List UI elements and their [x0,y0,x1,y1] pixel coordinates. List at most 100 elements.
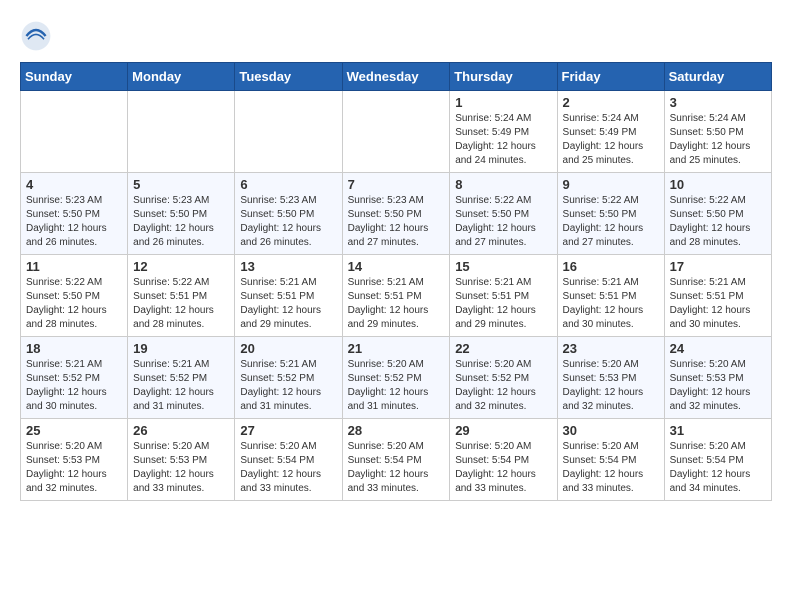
day-number: 18 [26,341,122,356]
day-info: Sunrise: 5:21 AM Sunset: 5:51 PM Dayligh… [563,276,659,332]
header-row: SundayMondayTuesdayWednesdayThursdayFrid… [21,63,772,91]
header-cell-sunday: Sunday [21,63,128,91]
day-info: Sunrise: 5:24 AM Sunset: 5:49 PM Dayligh… [455,112,551,168]
day-cell: 30 Sunrise: 5:20 AM Sunset: 5:54 PM Dayli… [557,419,664,501]
day-number: 29 [455,423,551,438]
day-number: 13 [240,259,336,274]
day-info: Sunrise: 5:20 AM Sunset: 5:53 PM Dayligh… [26,440,122,496]
day-number: 17 [670,259,766,274]
day-info: Sunrise: 5:20 AM Sunset: 5:54 PM Dayligh… [240,440,336,496]
day-number: 25 [26,423,122,438]
day-cell: 8 Sunrise: 5:22 AM Sunset: 5:50 PM Daylig… [450,173,557,255]
day-number: 26 [133,423,229,438]
header-cell-saturday: Saturday [664,63,771,91]
header-cell-thursday: Thursday [450,63,557,91]
week-row-1: 1 Sunrise: 5:24 AM Sunset: 5:49 PM Daylig… [21,91,772,173]
day-info: Sunrise: 5:20 AM Sunset: 5:52 PM Dayligh… [348,358,445,414]
day-cell [342,91,450,173]
day-info: Sunrise: 5:20 AM Sunset: 5:54 PM Dayligh… [563,440,659,496]
day-number: 28 [348,423,445,438]
day-cell [21,91,128,173]
day-cell: 10 Sunrise: 5:22 AM Sunset: 5:50 PM Dayli… [664,173,771,255]
day-cell: 24 Sunrise: 5:20 AM Sunset: 5:53 PM Dayli… [664,337,771,419]
day-info: Sunrise: 5:20 AM Sunset: 5:53 PM Dayligh… [563,358,659,414]
day-info: Sunrise: 5:23 AM Sunset: 5:50 PM Dayligh… [348,194,445,250]
day-cell [235,91,342,173]
calendar-body: 1 Sunrise: 5:24 AM Sunset: 5:49 PM Daylig… [21,91,772,501]
day-number: 12 [133,259,229,274]
day-cell: 1 Sunrise: 5:24 AM Sunset: 5:49 PM Daylig… [450,91,557,173]
day-number: 14 [348,259,445,274]
day-number: 6 [240,177,336,192]
day-cell: 31 Sunrise: 5:20 AM Sunset: 5:54 PM Dayli… [664,419,771,501]
header-cell-tuesday: Tuesday [235,63,342,91]
week-row-2: 4 Sunrise: 5:23 AM Sunset: 5:50 PM Daylig… [21,173,772,255]
day-number: 7 [348,177,445,192]
day-cell: 22Sunrise: 5:20 AM Sunset: 5:52 PM Dayli… [450,337,557,419]
day-number: 21 [348,341,445,356]
day-info: Sunrise: 5:22 AM Sunset: 5:50 PM Dayligh… [563,194,659,250]
day-cell: 23 Sunrise: 5:20 AM Sunset: 5:53 PM Dayli… [557,337,664,419]
day-cell: 21 Sunrise: 5:20 AM Sunset: 5:52 PM Dayli… [342,337,450,419]
day-cell: 20Sunrise: 5:21 AM Sunset: 5:52 PM Dayli… [235,337,342,419]
day-info: Sunrise: 5:24 AM Sunset: 5:49 PM Dayligh… [563,112,659,168]
day-cell: 16 Sunrise: 5:21 AM Sunset: 5:51 PM Dayli… [557,255,664,337]
logo [20,20,56,52]
day-number: 15 [455,259,551,274]
day-info: Sunrise: 5:22 AM Sunset: 5:50 PM Dayligh… [26,276,122,332]
day-info: Sunrise: 5:24 AM Sunset: 5:50 PM Dayligh… [670,112,766,168]
day-cell: 5Sunrise: 5:23 AM Sunset: 5:50 PM Daylig… [128,173,235,255]
day-info: Sunrise: 5:20 AM Sunset: 5:53 PM Dayligh… [670,358,766,414]
day-number: 24 [670,341,766,356]
day-number: 23 [563,341,659,356]
day-number: 20 [240,341,336,356]
day-info: Sunrise: 5:22 AM Sunset: 5:51 PM Dayligh… [133,276,229,332]
week-row-5: 25 Sunrise: 5:20 AM Sunset: 5:53 PM Dayli… [21,419,772,501]
day-number: 30 [563,423,659,438]
day-cell: 18 Sunrise: 5:21 AM Sunset: 5:52 PM Dayli… [21,337,128,419]
page-header [20,20,772,52]
calendar-table: SundayMondayTuesdayWednesdayThursdayFrid… [20,62,772,501]
calendar-header: SundayMondayTuesdayWednesdayThursdayFrid… [21,63,772,91]
week-row-3: 11 Sunrise: 5:22 AM Sunset: 5:50 PM Dayli… [21,255,772,337]
day-cell: 3 Sunrise: 5:24 AM Sunset: 5:50 PM Daylig… [664,91,771,173]
day-cell: 26Sunrise: 5:20 AM Sunset: 5:53 PM Dayli… [128,419,235,501]
day-info: Sunrise: 5:21 AM Sunset: 5:51 PM Dayligh… [348,276,445,332]
day-number: 1 [455,95,551,110]
day-number: 31 [670,423,766,438]
day-info: Sunrise: 5:21 AM Sunset: 5:52 PM Dayligh… [26,358,122,414]
day-info: Sunrise: 5:23 AM Sunset: 5:50 PM Dayligh… [26,194,122,250]
day-info: Sunrise: 5:23 AM Sunset: 5:50 PM Dayligh… [133,194,229,250]
day-cell: 17 Sunrise: 5:21 AM Sunset: 5:51 PM Dayli… [664,255,771,337]
day-cell: 2Sunrise: 5:24 AM Sunset: 5:49 PM Daylig… [557,91,664,173]
day-info: Sunrise: 5:20 AM Sunset: 5:54 PM Dayligh… [670,440,766,496]
day-info: Sunrise: 5:21 AM Sunset: 5:51 PM Dayligh… [670,276,766,332]
day-info: Sunrise: 5:22 AM Sunset: 5:50 PM Dayligh… [670,194,766,250]
day-info: Sunrise: 5:21 AM Sunset: 5:51 PM Dayligh… [240,276,336,332]
day-info: Sunrise: 5:21 AM Sunset: 5:52 PM Dayligh… [133,358,229,414]
day-info: Sunrise: 5:23 AM Sunset: 5:50 PM Dayligh… [240,194,336,250]
day-info: Sunrise: 5:21 AM Sunset: 5:51 PM Dayligh… [455,276,551,332]
day-cell: 7 Sunrise: 5:23 AM Sunset: 5:50 PM Daylig… [342,173,450,255]
day-info: Sunrise: 5:22 AM Sunset: 5:50 PM Dayligh… [455,194,551,250]
day-cell: 15 Sunrise: 5:21 AM Sunset: 5:51 PM Dayli… [450,255,557,337]
day-number: 19 [133,341,229,356]
day-cell: 29 Sunrise: 5:20 AM Sunset: 5:54 PM Dayli… [450,419,557,501]
day-cell: 4 Sunrise: 5:23 AM Sunset: 5:50 PM Daylig… [21,173,128,255]
day-number: 8 [455,177,551,192]
day-number: 4 [26,177,122,192]
day-number: 16 [563,259,659,274]
day-number: 10 [670,177,766,192]
day-number: 9 [563,177,659,192]
day-number: 3 [670,95,766,110]
day-cell: 27 Sunrise: 5:20 AM Sunset: 5:54 PM Dayli… [235,419,342,501]
header-cell-friday: Friday [557,63,664,91]
week-row-4: 18 Sunrise: 5:21 AM Sunset: 5:52 PM Dayli… [21,337,772,419]
day-info: Sunrise: 5:20 AM Sunset: 5:54 PM Dayligh… [455,440,551,496]
header-cell-monday: Monday [128,63,235,91]
day-number: 27 [240,423,336,438]
day-cell: 6 Sunrise: 5:23 AM Sunset: 5:50 PM Daylig… [235,173,342,255]
day-cell: 11 Sunrise: 5:22 AM Sunset: 5:50 PM Dayli… [21,255,128,337]
day-number: 11 [26,259,122,274]
day-cell: 13 Sunrise: 5:21 AM Sunset: 5:51 PM Dayli… [235,255,342,337]
